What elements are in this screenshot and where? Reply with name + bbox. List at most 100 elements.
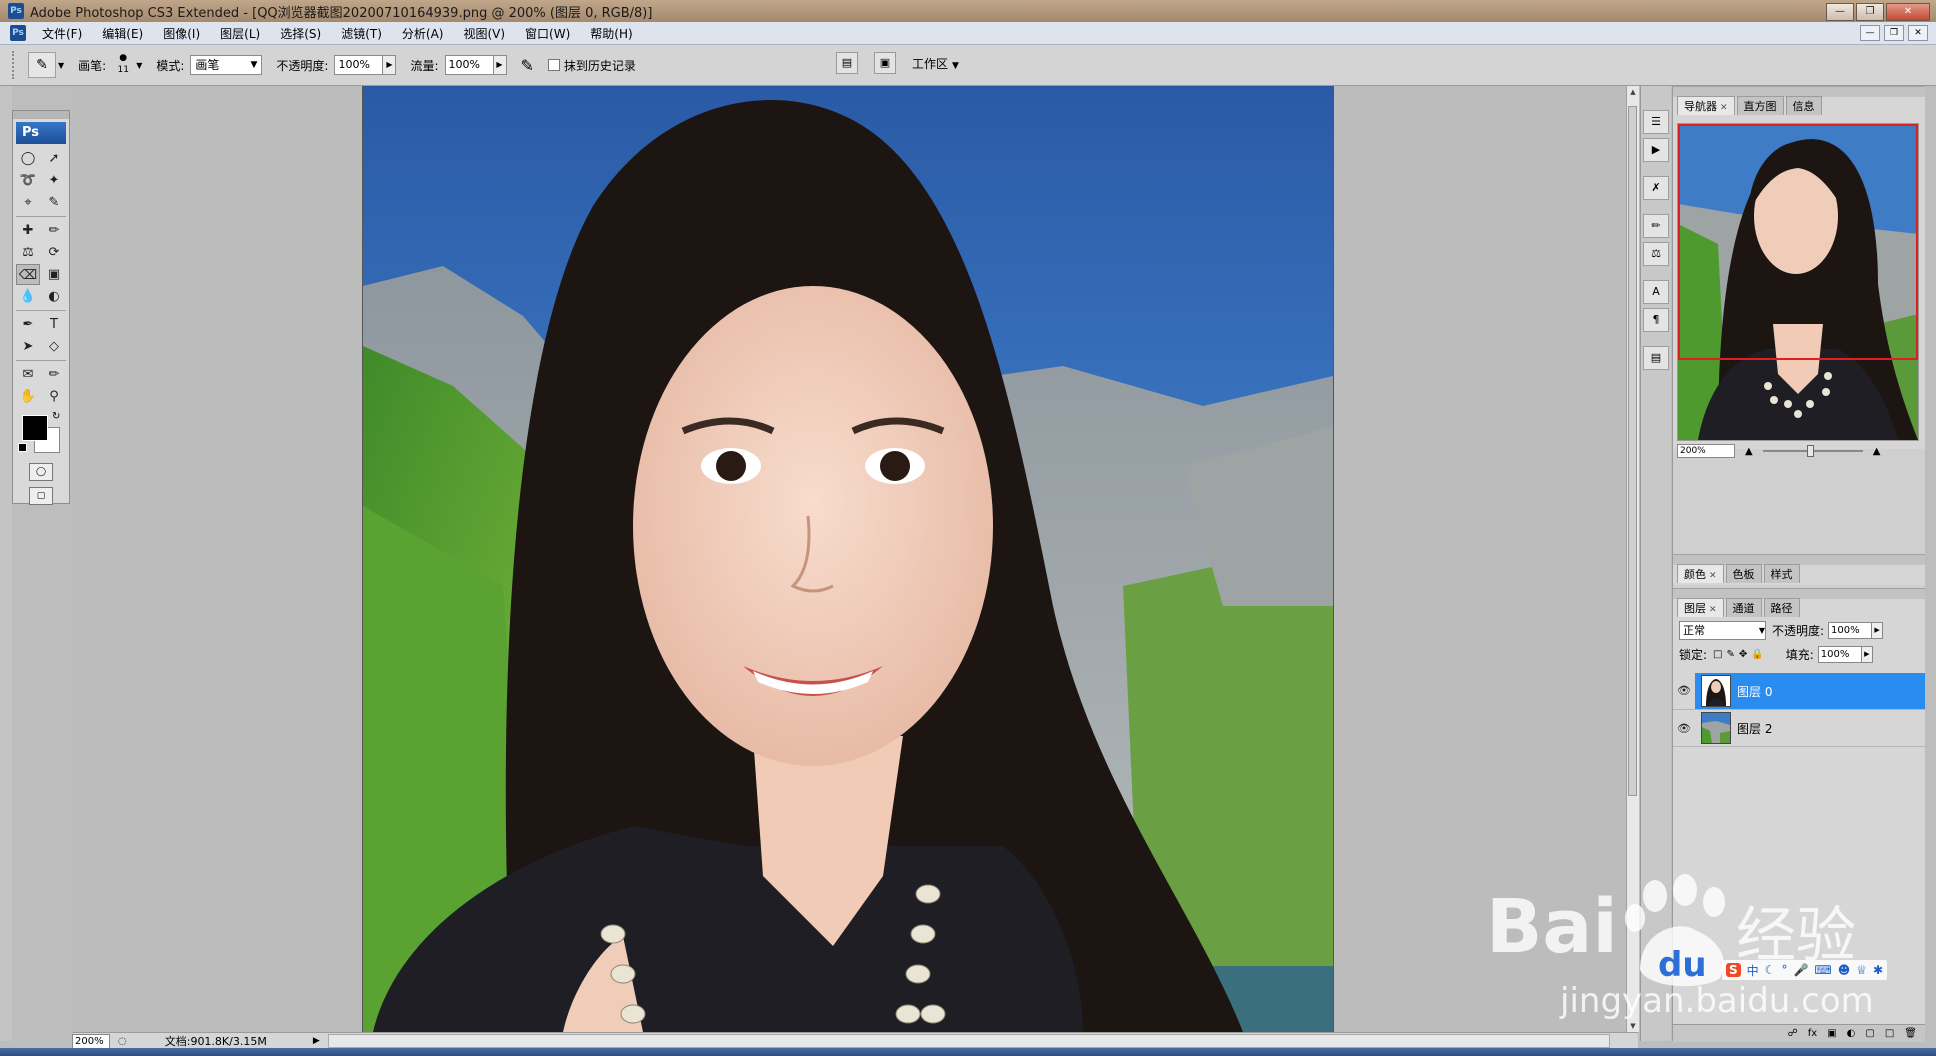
bridge-icon[interactable]: ▣ [874,52,896,74]
adjustment-layer-icon[interactable]: ◐ [1847,1028,1856,1039]
tab-layers[interactable]: 图层 ✕ [1677,598,1724,617]
menu-edit[interactable]: 编辑(E) [92,25,153,42]
tab-histogram[interactable]: 直方图 [1736,96,1784,115]
erase-history-checkbox[interactable] [547,59,560,71]
menu-layer[interactable]: 图层(L) [210,25,270,42]
eyedropper-icon[interactable]: ✏ [42,364,66,385]
zoom-icon[interactable]: ⚲ [42,386,66,407]
clone-stamp-icon[interactable]: ⚖ [16,242,40,263]
zoom-level-field[interactable]: 200% [72,1033,110,1049]
history-brush-icon[interactable]: ⟳ [42,242,66,263]
doc-restore-icon[interactable]: ❐ [1884,25,1904,41]
lock-transparency-icon[interactable]: □ [1713,649,1722,660]
tab-color[interactable]: 颜色 ✕ [1677,564,1724,583]
menu-select[interactable]: 选择(S) [270,25,331,42]
brushes-panel-icon[interactable]: ✏ [1643,214,1669,238]
brush-icon[interactable]: ✏ [42,220,66,241]
menu-window[interactable]: 窗口(W) [515,25,580,42]
layer-comps-icon[interactable]: ▤ [1643,346,1669,370]
document-ps-icon[interactable]: Ps [10,25,26,41]
restore-icon[interactable]: ❐ [1856,3,1884,21]
canvas-vertical-scrollbar[interactable]: ▲ ▼ [1626,86,1639,1032]
new-layer-icon[interactable]: □ [1885,1028,1894,1039]
toolbox-grip[interactable] [13,111,69,119]
minimize-icon[interactable]: — [1826,3,1854,21]
lock-pixels-icon[interactable]: ✎ [1727,649,1735,660]
workspace-button[interactable]: 工作区 ▼ [912,55,959,72]
menu-analysis[interactable]: 分析(A) [392,25,454,42]
navigator-zoom-slider[interactable] [1762,445,1863,457]
canvas-area[interactable] [72,86,1626,1032]
airbrush-icon[interactable]: ✎ [521,56,534,75]
scroll-up-icon[interactable]: ▲ [1628,88,1638,96]
options-grip[interactable] [12,51,20,79]
type-icon[interactable]: T [42,314,66,335]
mode-select[interactable]: 画笔 ▼ [190,55,263,75]
tab-swatches[interactable]: 色板 [1725,564,1762,583]
doc-close-icon[interactable]: ✕ [1908,25,1928,41]
ps-logo[interactable]: Ps [16,122,66,144]
menu-view[interactable]: 视图(V) [453,25,515,42]
palette-well-icon[interactable]: ▤ [836,52,858,74]
delete-layer-icon[interactable]: 🗑 [1904,1028,1917,1039]
canvas-horizontal-scrollbar[interactable] [327,1034,1610,1048]
hand-icon[interactable]: ✋ [16,386,40,407]
visibility-eye-icon[interactable]: 👁 [1673,673,1695,709]
tab-paths[interactable]: 路径 [1763,598,1800,617]
doc-minimize-icon[interactable]: — [1860,25,1880,41]
gradient-icon[interactable]: ▣ [42,264,66,285]
actions-panel-icon[interactable]: ▶ [1643,138,1669,162]
path-select-icon[interactable]: ➤ [16,336,40,357]
lasso-icon[interactable]: ➰ [16,170,40,191]
blend-mode-select[interactable]: 正常 ▼ [1679,621,1766,640]
eraser-preset-icon[interactable]: ✎ [28,52,56,78]
close-icon[interactable]: ✕ [1709,605,1717,615]
tab-info[interactable]: 信息 [1785,96,1822,115]
new-group-icon[interactable]: ▢ [1865,1028,1874,1039]
dodge-icon[interactable]: ◐ [42,286,66,307]
close-icon[interactable]: ✕ [1709,571,1717,581]
marquee-icon[interactable]: ◯ [16,148,40,169]
magic-wand-icon[interactable]: ✦ [42,170,66,191]
layer-mask-icon[interactable]: ▣ [1827,1028,1836,1039]
menu-file[interactable]: 文件(F) [32,25,92,42]
foreground-color-swatch[interactable] [22,415,48,441]
quick-mask-icon[interactable]: ◯ [29,463,53,481]
slider-knob[interactable] [1806,445,1814,457]
fill-arrow-icon[interactable]: ▶ [1861,646,1873,663]
ime-toolbar[interactable]: S 中 ☾ ° 🎤 ⌨ ☻ ♕ ✱ [1722,960,1888,980]
scroll-thumb[interactable] [1628,106,1637,796]
navigator-view-box[interactable] [1678,124,1918,360]
opacity-slider-arrow-icon[interactable]: ▶ [383,55,397,75]
menu-image[interactable]: 图像(I) [153,25,210,42]
zoom-in-icon[interactable]: ▲ [1873,446,1881,457]
status-info-icon[interactable]: ◌ [118,1036,127,1047]
lock-all-icon[interactable]: 🔒 [1751,649,1763,660]
menu-help[interactable]: 帮助(H) [580,25,642,42]
character-panel-icon[interactable]: A [1643,280,1669,304]
navigator-thumbnail[interactable] [1677,123,1919,441]
layer-opacity-arrow-icon[interactable]: ▶ [1872,622,1884,639]
zoom-out-icon[interactable]: ▲ [1745,446,1753,457]
blur-icon[interactable]: 💧 [16,286,40,307]
pen-icon[interactable]: ✒ [16,314,40,335]
fill-input[interactable]: 100% [1817,646,1862,663]
close-icon[interactable]: ✕ [1720,103,1728,113]
brush-picker[interactable]: ● 11 [112,52,134,78]
swap-colors-icon[interactable]: ↻ [52,411,60,422]
flow-slider-arrow-icon[interactable]: ▶ [493,55,507,75]
tab-channels[interactable]: 通道 [1725,598,1762,617]
layer-style-icon[interactable]: fx [1808,1028,1817,1039]
move-icon[interactable]: ➚ [42,148,66,169]
visibility-eye-icon[interactable]: 👁 [1673,722,1695,735]
eraser-icon[interactable]: ⌫ [16,264,40,285]
paragraph-panel-icon[interactable]: ¶ [1643,308,1669,332]
scroll-down-icon[interactable]: ▼ [1628,1022,1638,1030]
layer-opacity-input[interactable]: 100% [1828,622,1873,639]
clone-source-icon[interactable]: ⚖ [1643,242,1669,266]
layer-row-1[interactable]: 👁 图层 2 [1673,710,1925,747]
menu-filter[interactable]: 滤镜(T) [331,25,392,42]
lock-position-icon[interactable]: ✥ [1739,649,1747,660]
screen-mode-icon[interactable]: ▢ [29,487,53,505]
brush-dropdown-icon[interactable]: ▼ [136,61,142,70]
